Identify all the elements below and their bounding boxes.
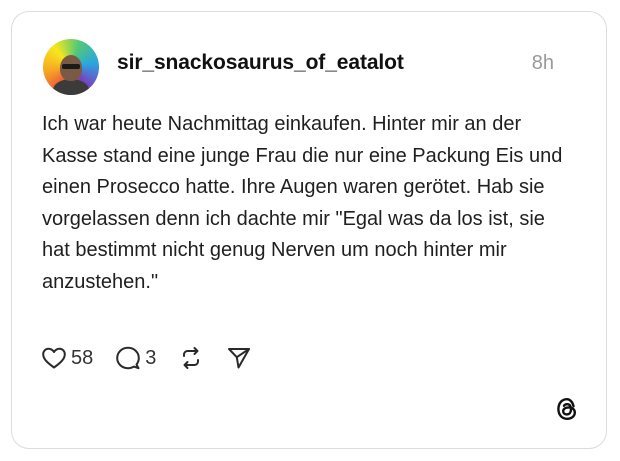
reply-count: 3 xyxy=(145,346,157,369)
speech-bubble-icon xyxy=(116,346,141,370)
send-icon xyxy=(228,348,251,369)
action-bar: 58 3 xyxy=(41,344,274,372)
like-button[interactable]: 58 xyxy=(41,346,93,370)
repost-icon xyxy=(183,347,200,369)
share-button[interactable] xyxy=(226,345,252,371)
username[interactable]: sir_snackosaurus_of_eatalot xyxy=(117,51,404,75)
heart-icon xyxy=(42,347,66,369)
avatar[interactable] xyxy=(43,39,99,95)
post-card: sir_snackosaurus_of_eatalot 8h Ich war h… xyxy=(11,11,607,449)
repost-button[interactable] xyxy=(178,345,204,371)
post-timestamp: 8h xyxy=(531,52,554,74)
like-count: 58 xyxy=(71,346,94,369)
post-text: Ich war heute Nachmittag einkaufen. Hint… xyxy=(42,113,563,293)
reply-button[interactable]: 3 xyxy=(115,345,156,371)
threads-logo-icon[interactable] xyxy=(552,394,582,424)
